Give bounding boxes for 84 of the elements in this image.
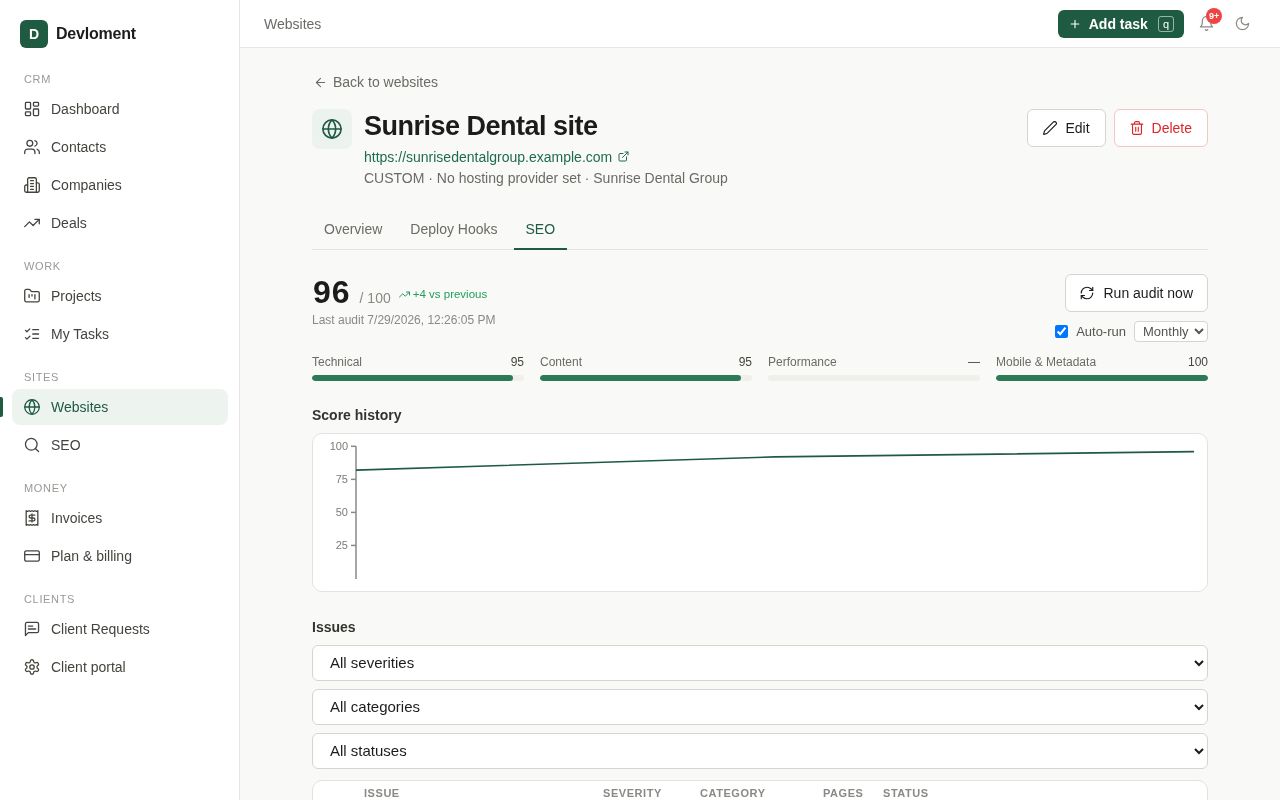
sidebar-item[interactable]: Client portal bbox=[12, 649, 228, 685]
sidebar-item[interactable]: Contacts bbox=[12, 129, 228, 165]
section-label: CRM bbox=[24, 72, 52, 86]
section-label: WORK bbox=[24, 259, 61, 273]
refresh-icon bbox=[1080, 285, 1095, 300]
section-label: CLIENTS bbox=[24, 592, 76, 606]
shortcut-key: q bbox=[1157, 15, 1174, 32]
sidebar-item[interactable]: Invoices bbox=[12, 500, 228, 536]
column-header: ISSUE bbox=[364, 786, 400, 799]
sidebar-item[interactable]: SEO bbox=[12, 427, 228, 463]
category-label: Performance bbox=[768, 353, 837, 370]
notifications-button[interactable]: 9+ bbox=[1192, 9, 1220, 38]
receipt-icon bbox=[24, 510, 40, 526]
active-indicator bbox=[0, 397, 3, 417]
category-score: 95 bbox=[510, 353, 524, 370]
tab[interactable]: Overview bbox=[312, 210, 395, 250]
category-score: 95 bbox=[738, 353, 752, 370]
site-meta: CUSTOM · No hosting provider set · Sunrise Dental Group bbox=[364, 168, 728, 188]
section-heading: Score history bbox=[312, 405, 402, 425]
auto-run-label: Auto-run bbox=[1076, 323, 1126, 339]
gear-icon bbox=[24, 659, 40, 675]
sidebar-item[interactable]: Websites bbox=[12, 389, 228, 425]
edit-button[interactable]: Edit bbox=[1027, 108, 1106, 147]
moon-icon bbox=[1234, 16, 1250, 31]
filter-select[interactable]: All categories bbox=[312, 688, 1208, 725]
folder-icon bbox=[24, 288, 40, 304]
search-icon bbox=[24, 437, 40, 453]
sidebar-item[interactable]: Plan & billing bbox=[12, 538, 228, 574]
trash-icon bbox=[1129, 120, 1144, 135]
sidebar-item[interactable]: Projects bbox=[12, 278, 228, 314]
tab[interactable]: SEO bbox=[513, 210, 568, 250]
plus-icon bbox=[1068, 17, 1081, 30]
site-url-link[interactable]: https://sunrisedentalgroup.example.com bbox=[364, 146, 630, 167]
page-breadcrumb: Websites bbox=[264, 15, 322, 32]
back-link[interactable]: Back to websites bbox=[314, 72, 439, 92]
category-score: 100 bbox=[1187, 353, 1208, 370]
globe-icon bbox=[24, 399, 40, 415]
frequency-select[interactable]: Monthly bbox=[1134, 320, 1208, 342]
column-header: PAGES bbox=[823, 786, 864, 799]
logo-mark: D bbox=[20, 20, 48, 48]
column-header: CATEGORY bbox=[700, 786, 766, 799]
axis-label: 25 bbox=[335, 538, 348, 551]
column-header: SEVERITY bbox=[603, 786, 662, 799]
site-title: Sunrise Dental site bbox=[364, 109, 598, 143]
checklist-icon bbox=[24, 326, 40, 342]
grid-icon bbox=[24, 101, 40, 117]
category-label: Mobile & Metadata bbox=[996, 353, 1097, 370]
external-link-icon bbox=[618, 151, 630, 162]
category-label: Technical bbox=[312, 353, 363, 370]
category-label: Content bbox=[540, 353, 583, 370]
notification-badge: 9+ bbox=[1206, 7, 1223, 24]
sidebar-item[interactable]: Companies bbox=[12, 167, 228, 203]
arrow-left-icon bbox=[314, 75, 327, 89]
auto-run-checkbox[interactable] bbox=[1055, 324, 1069, 338]
axis-label: 50 bbox=[335, 505, 348, 518]
run-audit-button[interactable]: Run audit now bbox=[1065, 273, 1208, 312]
credit-card-icon bbox=[24, 548, 40, 564]
section-heading: Issues bbox=[312, 617, 356, 637]
section-label: SITES bbox=[24, 370, 60, 384]
building-icon bbox=[24, 177, 40, 193]
axis-label: 75 bbox=[335, 472, 348, 485]
score-max: / 100 bbox=[359, 289, 391, 306]
add-task-button[interactable]: Add task q bbox=[1057, 9, 1184, 38]
pencil-icon bbox=[1043, 120, 1058, 135]
sidebar-item[interactable]: Deals bbox=[12, 205, 228, 241]
tab[interactable]: Deploy Hooks bbox=[398, 210, 510, 250]
column-header: STATUS bbox=[883, 786, 929, 799]
sidebar-item[interactable]: My Tasks bbox=[12, 316, 228, 352]
filter-select[interactable]: All severities bbox=[312, 644, 1208, 681]
axis-label: 100 bbox=[329, 439, 348, 452]
last-audit-time: Last audit 7/29/2026, 12:26:05 PM bbox=[312, 312, 496, 327]
trend-up-icon bbox=[398, 288, 410, 300]
globe-icon bbox=[312, 108, 352, 149]
users-icon bbox=[24, 139, 40, 155]
delete-button[interactable]: Delete bbox=[1113, 108, 1208, 147]
chat-icon bbox=[24, 621, 40, 637]
sidebar-item[interactable]: Client Requests bbox=[12, 611, 228, 647]
brand-name: Devloment bbox=[56, 25, 136, 43]
section-label: MONEY bbox=[24, 481, 68, 495]
sidebar-item[interactable]: Dashboard bbox=[12, 91, 228, 127]
score-trend: +4 vs previous bbox=[412, 288, 488, 300]
score-value: 96 bbox=[313, 273, 351, 310]
category-score: — bbox=[968, 353, 980, 370]
filter-select[interactable]: All statuses bbox=[312, 732, 1208, 769]
